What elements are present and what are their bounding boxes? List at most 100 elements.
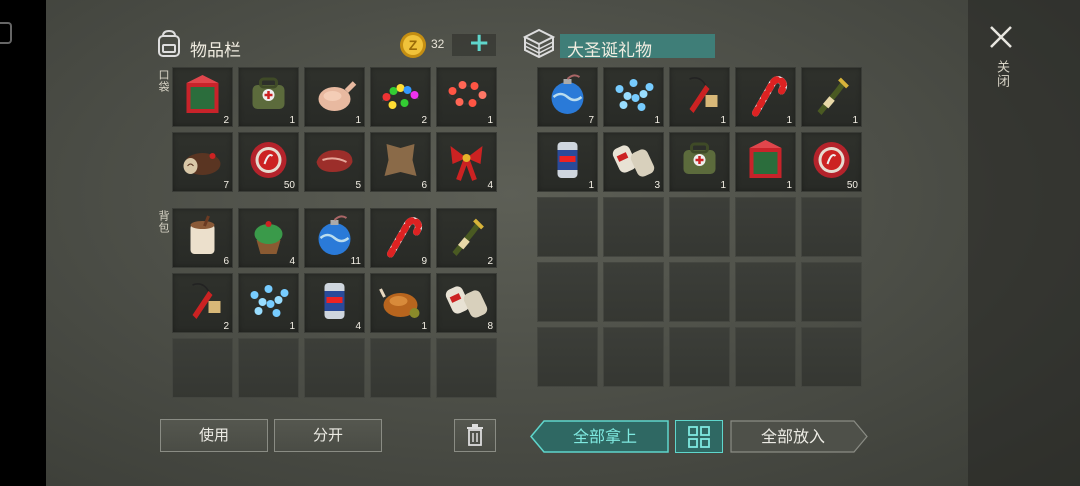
item-slot[interactable]: 1 xyxy=(735,67,796,127)
coin-icon: Z xyxy=(398,30,428,60)
item-slot[interactable]: 1 xyxy=(436,67,497,127)
red-bow-icon xyxy=(450,146,483,181)
item-slot[interactable]: 4 xyxy=(304,273,365,333)
item-slot[interactable]: 6 xyxy=(172,208,233,268)
close-button[interactable] xyxy=(986,22,1016,52)
beer-can-icon xyxy=(557,142,578,178)
item-slot[interactable]: 2 xyxy=(436,208,497,268)
grid-sort-icon xyxy=(688,426,710,448)
item-slot[interactable]: 1 xyxy=(238,67,299,127)
empty-slot[interactable] xyxy=(801,197,862,257)
right-panel-shade xyxy=(968,0,1080,486)
item-slot[interactable]: 4 xyxy=(238,208,299,268)
container-grid: 7 1 1 1 1 1 3 1 1 50 xyxy=(536,66,862,402)
item-slot[interactable]: 50 xyxy=(801,132,862,192)
use-button[interactable]: 使用 xyxy=(160,419,268,452)
item-slot[interactable]: 5 xyxy=(304,132,365,192)
take-all-label: 全部拿上 xyxy=(572,427,637,446)
item-slot[interactable]: 1 xyxy=(735,132,796,192)
item-count: 8 xyxy=(487,321,493,332)
put-all-label: 全部放入 xyxy=(760,427,825,446)
item-slot[interactable]: 1 xyxy=(304,67,365,127)
item-slot[interactable]: 2 xyxy=(172,67,233,127)
item-slot[interactable]: 1 xyxy=(537,132,598,192)
empty-slot[interactable] xyxy=(735,262,796,322)
empty-slot[interactable] xyxy=(537,327,598,387)
item-count: 1 xyxy=(588,180,594,191)
take-all-button[interactable]: 全部拿上 xyxy=(530,420,670,453)
bottle-cap-icon xyxy=(250,142,287,178)
empty-slot[interactable] xyxy=(801,262,862,322)
item-count: 2 xyxy=(421,115,427,126)
item-count: 50 xyxy=(283,180,295,191)
empty-slot[interactable] xyxy=(669,197,730,257)
close-icon xyxy=(990,26,1012,48)
item-slot[interactable]: 4 xyxy=(436,132,497,192)
split-button[interactable]: 分开 xyxy=(274,419,382,452)
item-slot[interactable]: 50 xyxy=(238,132,299,192)
empty-slot[interactable] xyxy=(801,327,862,387)
item-slot[interactable]: 1 xyxy=(370,273,431,333)
item-count: 11 xyxy=(350,256,361,267)
item-count: 1 xyxy=(720,180,726,191)
backpack-label: 背包 xyxy=(157,210,170,234)
item-slot[interactable]: 1 xyxy=(801,67,862,127)
empty-slot[interactable] xyxy=(436,338,497,398)
champagne-icon xyxy=(452,218,484,256)
bandage-icon xyxy=(612,145,655,177)
empty-slot[interactable] xyxy=(304,338,365,398)
item-count: 1 xyxy=(355,115,361,126)
crate-icon xyxy=(522,27,556,59)
item-slot[interactable]: 2 xyxy=(172,273,233,333)
eggnog-icon xyxy=(190,215,215,254)
trash-icon xyxy=(467,424,483,446)
item-count: 4 xyxy=(289,256,295,267)
blue-lights-icon xyxy=(249,285,289,317)
empty-slot[interactable] xyxy=(603,262,664,322)
empty-slot[interactable] xyxy=(735,197,796,257)
empty-slot[interactable] xyxy=(603,197,664,257)
item-slot[interactable]: 9 xyxy=(370,208,431,268)
put-all-button[interactable]: 全部放入 xyxy=(730,420,868,453)
item-count: 1 xyxy=(786,115,792,126)
item-slot[interactable]: 6 xyxy=(370,132,431,192)
item-count: 2 xyxy=(223,321,229,332)
empty-slot[interactable] xyxy=(603,327,664,387)
empty-slot[interactable] xyxy=(172,338,233,398)
svg-text:Z: Z xyxy=(409,37,418,53)
item-slot[interactable]: 3 xyxy=(603,132,664,192)
item-slot[interactable]: 7 xyxy=(172,132,233,192)
medkit-bag-icon xyxy=(252,77,285,109)
item-count: 1 xyxy=(421,321,427,332)
item-count: 2 xyxy=(223,115,229,126)
inventory-title: 物品栏 xyxy=(190,41,241,61)
firecracker-icon xyxy=(689,77,718,113)
empty-slot[interactable] xyxy=(238,338,299,398)
item-count: 7 xyxy=(588,115,594,126)
empty-slot[interactable] xyxy=(537,262,598,322)
sort-button[interactable] xyxy=(675,420,723,453)
item-slot[interactable]: 1 xyxy=(669,67,730,127)
item-slot[interactable]: 1 xyxy=(603,67,664,127)
close-label[interactable]: 关闭 xyxy=(992,60,1011,88)
empty-slot[interactable] xyxy=(669,262,730,322)
empty-slot[interactable] xyxy=(669,327,730,387)
item-slot[interactable]: 1 xyxy=(238,273,299,333)
empty-slot[interactable] xyxy=(735,327,796,387)
item-count: 50 xyxy=(846,180,858,191)
item-slot[interactable]: 7 xyxy=(537,67,598,127)
add-coins-button[interactable]: + xyxy=(452,28,496,58)
empty-slot[interactable] xyxy=(537,197,598,257)
pocket-label: 口袋 xyxy=(157,69,170,93)
item-slot[interactable]: 8 xyxy=(436,273,497,333)
empty-slot[interactable] xyxy=(370,338,431,398)
bandage-icon xyxy=(445,286,488,318)
item-slot[interactable]: 2 xyxy=(370,67,431,127)
item-count: 1 xyxy=(654,115,660,126)
item-slot[interactable]: 1 xyxy=(669,132,730,192)
item-slot[interactable]: 11 xyxy=(304,208,365,268)
trash-button[interactable] xyxy=(454,419,496,452)
bottle-cap-icon xyxy=(813,142,850,178)
chicken-icon xyxy=(318,81,357,111)
cupcake-icon xyxy=(254,221,283,254)
